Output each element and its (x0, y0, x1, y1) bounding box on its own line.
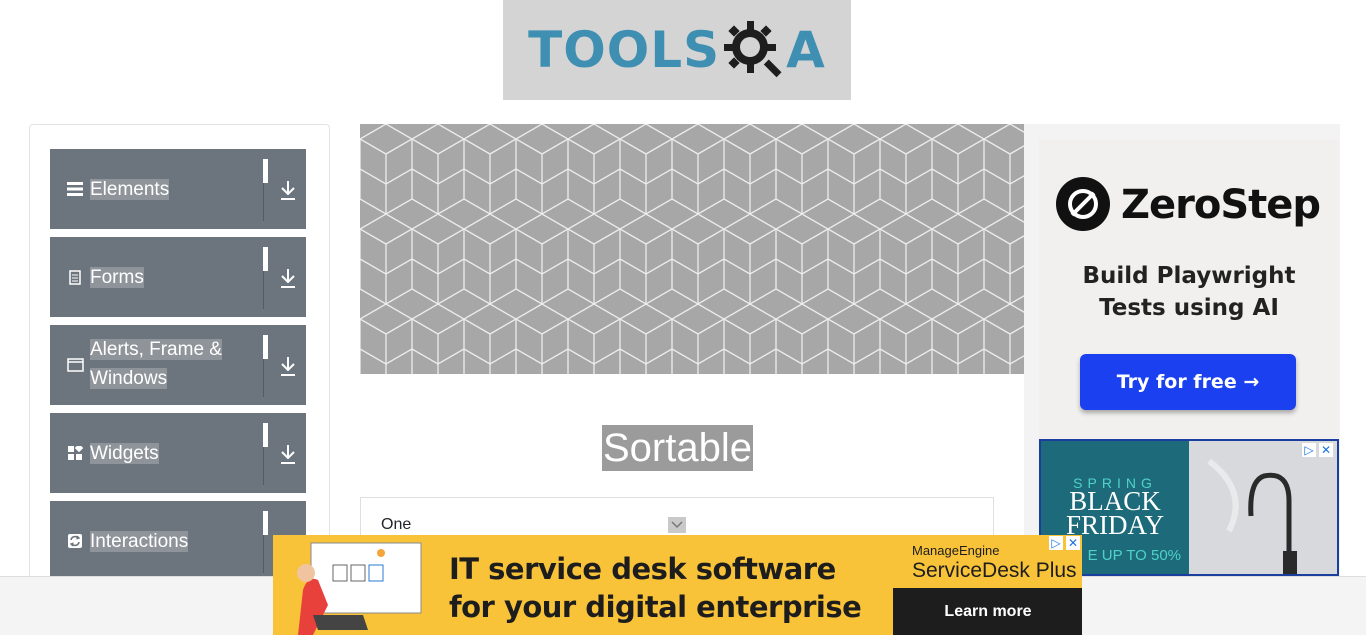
zerostep-ad[interactable]: ZeroStep Build Playwright Tests using AI… (1039, 140, 1339, 438)
gear-magnifier-icon (724, 21, 782, 78)
download-icon[interactable] (278, 355, 298, 377)
zerostep-headline: Build Playwright Tests using AI (1039, 260, 1339, 324)
sidebar-group-label: Widgets (90, 443, 159, 464)
sidebar-group-alerts[interactable]: Alerts, Frame & Windows (50, 325, 306, 405)
logo-text: TOOLS (528, 21, 721, 79)
ad-close-icon[interactable]: ✕ (1319, 443, 1333, 457)
window-icon (66, 356, 84, 374)
download-icon[interactable] (278, 179, 298, 201)
ad-choices-icon[interactable]: ▷ (1302, 443, 1316, 457)
ad-choices-icon[interactable]: ▷ (1049, 536, 1063, 550)
hamburger-icon (66, 180, 84, 198)
list-item-label: One (381, 516, 412, 533)
servicedesk-headline-line2: for your digital enterprise (449, 590, 862, 624)
support-agent-illustration (297, 542, 422, 635)
sidebar-group-elements[interactable]: Elements (50, 149, 306, 229)
divider-marker (263, 511, 268, 535)
black-friday-heading: BLACK FRIDAY (1041, 488, 1189, 540)
logo-wordmark: TOOLS A (528, 19, 826, 81)
download-icon[interactable] (278, 267, 298, 289)
left-sidebar: Elements Forms Alerts, Frame & Windows W… (29, 124, 330, 594)
zerostep-headline-line2: Tests using AI (1099, 295, 1279, 321)
sidebar-group-label: Elements (90, 179, 170, 200)
black-friday-line3: FRIDAY (1065, 510, 1165, 540)
servicedesk-brand: ServiceDesk Plus (912, 559, 1077, 582)
divider-marker (263, 159, 268, 183)
servicedesk-headline-line1: IT service desk software (449, 552, 836, 586)
zerostep-headline-line1: Build Playwright (1082, 263, 1296, 289)
black-friday-ad[interactable]: SPRING BLACK FRIDAY E UP TO 50% ✕ ▷ (1039, 439, 1339, 576)
page: TOOLS A Elements Forms Alerts, Frame & W… (0, 0, 1366, 635)
sidebar-group-label: Alerts, Frame & Windows (90, 339, 222, 389)
sidebar-group-forms[interactable]: Forms (50, 237, 306, 317)
cube-pattern (360, 124, 1024, 374)
page-title: Sortable (602, 425, 753, 471)
sidebar-group-label: Interactions (90, 531, 189, 552)
sidebar-group-label: Forms (90, 267, 144, 288)
sidebar-group-widgets[interactable]: Widgets (50, 413, 306, 493)
faucet-image (1189, 441, 1337, 574)
logo-suffix: A (786, 21, 826, 79)
manageengine-brand: ManageEngine (912, 543, 1000, 558)
zerostep-brand: ZeroStep (1121, 182, 1321, 228)
divider-marker (263, 423, 268, 447)
refresh-icon (66, 532, 84, 550)
divider-marker (263, 335, 268, 359)
servicedesk-headline: IT service desk software for your digita… (449, 550, 862, 626)
sidebar-group-interactions[interactable]: Interactions (50, 501, 306, 581)
servicedesk-ad[interactable]: IT service desk software for your digita… (273, 535, 1082, 635)
ad-close-icon[interactable]: ✕ (1066, 536, 1080, 550)
download-icon[interactable] (278, 443, 298, 465)
try-for-free-button[interactable]: Try for free → (1080, 354, 1296, 410)
learn-more-button[interactable]: Learn more (893, 588, 1082, 635)
chevron-down-icon (668, 517, 686, 533)
site-logo[interactable]: TOOLS A (503, 0, 851, 100)
banner-image (360, 124, 1024, 374)
widgets-icon (66, 444, 84, 462)
divider-marker (263, 247, 268, 271)
document-icon (66, 268, 84, 286)
zerostep-logo-icon (1056, 177, 1110, 231)
